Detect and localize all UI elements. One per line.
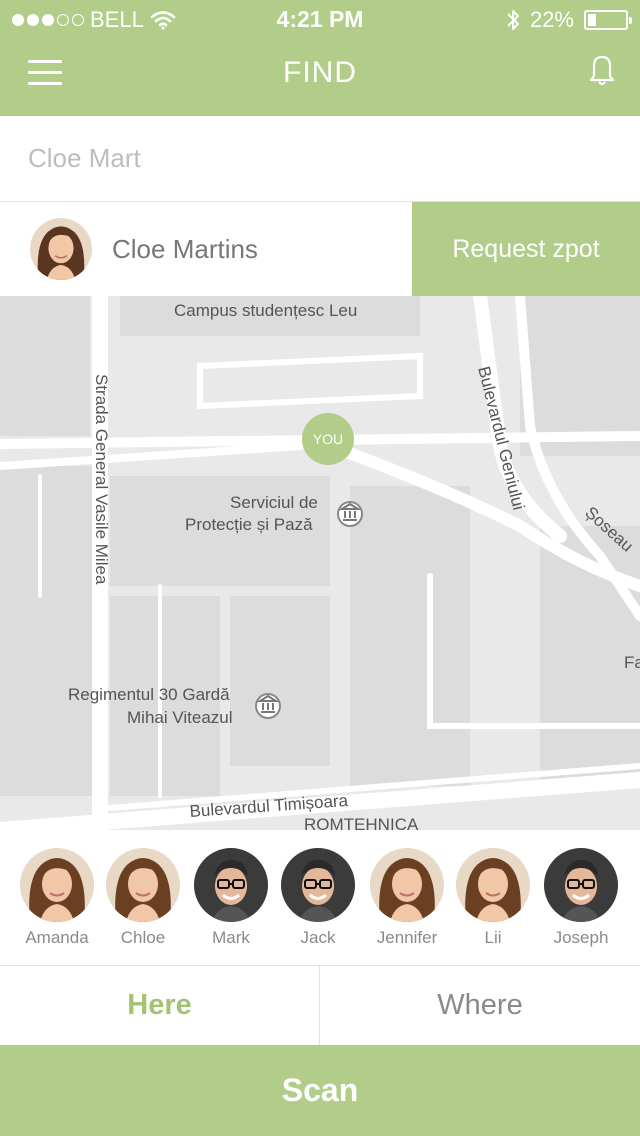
- signal-dot: [27, 14, 39, 26]
- map-label-regimentul-2: Mihai Viteazul: [127, 708, 233, 727]
- search-result-row[interactable]: Cloe Martins Request zpot: [0, 202, 640, 296]
- page-title: FIND: [283, 56, 357, 89]
- you-location-pin[interactable]: YOU: [302, 413, 354, 465]
- person-item[interactable]: Lii: [453, 848, 533, 948]
- status-right: 22%: [506, 7, 632, 33]
- person-item[interactable]: Jack: [278, 848, 358, 948]
- bank-icon: [337, 501, 363, 527]
- battery-level: [588, 14, 596, 26]
- battery-icon: [584, 10, 632, 30]
- man-avatar-icon: [544, 848, 618, 922]
- signal-icon: [12, 14, 84, 26]
- person-item[interactable]: Jennifer: [367, 848, 447, 948]
- avatar: [30, 218, 92, 280]
- person-name: Joseph: [553, 928, 609, 947]
- battery-percent: 22%: [529, 7, 574, 32]
- bell-icon: [589, 55, 615, 86]
- signal-dot: [42, 14, 54, 26]
- scan-button[interactable]: Scan: [0, 1045, 640, 1136]
- person-name: Jennifer: [376, 928, 438, 947]
- request-zpot-button[interactable]: Request zpot: [412, 202, 640, 296]
- person-name: Mark: [212, 928, 250, 947]
- map-label-romtehnica: ROMTEHNICA: [304, 815, 419, 830]
- person-item[interactable]: Joseph: [541, 848, 621, 948]
- search-input[interactable]: [0, 116, 640, 201]
- hamburger-icon: [28, 71, 62, 74]
- carrier-label: BELL: [90, 7, 144, 32]
- wifi-icon: [150, 11, 176, 30]
- woman-avatar-icon: [370, 848, 444, 922]
- person-item[interactable]: Mark: [191, 848, 271, 948]
- person-name: Lii: [484, 928, 502, 947]
- status-left: BELL: [12, 7, 176, 33]
- signal-dot: [12, 14, 24, 26]
- hamburger-icon: [28, 82, 62, 85]
- map-label-serviciul-1: Serviciul de: [230, 493, 318, 512]
- man-avatar-icon: [194, 848, 268, 922]
- signal-dot: [72, 14, 84, 26]
- people-list: Amanda Chloe Mark Jack Jennifer Lii Joseph: [0, 830, 640, 966]
- tab-where[interactable]: Where: [320, 966, 640, 1045]
- tab-here[interactable]: Here: [0, 966, 320, 1045]
- map-label-fa: Fa: [624, 653, 640, 672]
- woman-avatar-icon: [456, 848, 530, 922]
- top-bar: BELL 4:21 PM 22% FIND: [0, 0, 640, 116]
- person-name: Amanda: [25, 928, 89, 947]
- person-name: Chloe: [120, 928, 166, 947]
- woman-avatar-icon: [106, 848, 180, 922]
- man-avatar-icon: [281, 848, 355, 922]
- map-view[interactable]: Campus studențesc Leu Strada General Vas…: [0, 296, 640, 830]
- map-label-serviciul-2: Protecție și Pază: [185, 515, 313, 534]
- map-label-strada: Strada General Vasile Milea: [92, 374, 111, 585]
- map-canvas: Campus studențesc Leu Strada General Vas…: [0, 296, 640, 830]
- notifications-button[interactable]: [588, 54, 616, 88]
- signal-dot: [57, 14, 69, 26]
- woman-avatar-icon: [30, 218, 92, 280]
- search-bar: [0, 116, 640, 202]
- map-label-regimentul-1: Regimentul 30 Gardă: [68, 685, 230, 704]
- map-label-campus: Campus studențesc Leu: [174, 301, 357, 320]
- person-item[interactable]: Amanda: [17, 848, 97, 948]
- tab-bar: Here Where: [0, 966, 640, 1045]
- bank-icon: [255, 693, 281, 719]
- status-bar: BELL 4:21 PM 22%: [0, 0, 640, 40]
- bluetooth-icon: [507, 10, 519, 30]
- result-name: Cloe Martins: [112, 234, 258, 264]
- person-name: Jack: [300, 928, 336, 947]
- woman-avatar-icon: [20, 848, 94, 922]
- menu-button[interactable]: [28, 60, 62, 86]
- person-item[interactable]: Chloe: [103, 848, 183, 948]
- hamburger-icon: [28, 60, 62, 63]
